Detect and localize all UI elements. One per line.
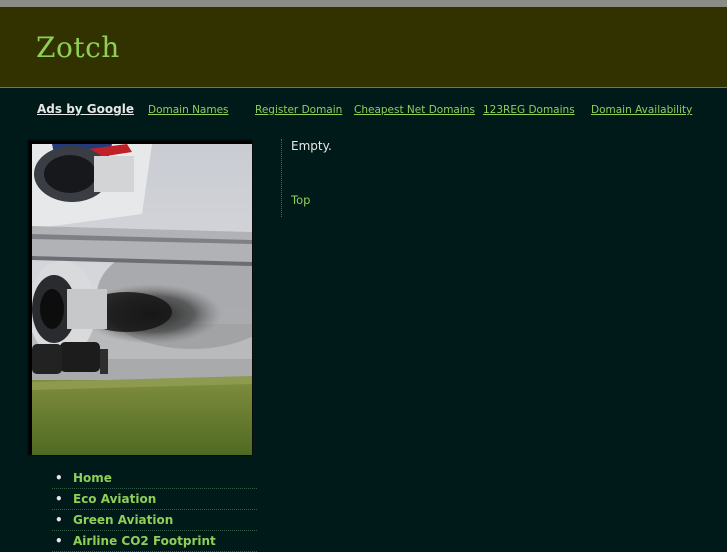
nav-item-green-aviation[interactable]: • Green Aviation xyxy=(52,510,257,531)
nav-item-home[interactable]: • Home xyxy=(52,468,257,489)
nav-item-label[interactable]: Green Aviation xyxy=(73,513,173,527)
aircraft-engine-photo xyxy=(32,144,252,455)
ads-bar: Ads by Google Domain Names Register Doma… xyxy=(0,96,727,126)
top-strip xyxy=(0,0,727,7)
ad-link-cheapest-net-domains[interactable]: Cheapest Net Domains xyxy=(354,104,475,116)
content-text: Empty. xyxy=(291,139,332,153)
nav-item-label[interactable]: Home xyxy=(73,471,112,485)
aircraft-photo-frame xyxy=(27,139,253,456)
bullet-icon: • xyxy=(55,513,63,527)
nav-item-eco-aviation[interactable]: • Eco Aviation xyxy=(52,489,257,510)
nav-item-label[interactable]: Airline CO2 Footprint xyxy=(73,534,216,548)
bullet-icon: • xyxy=(55,534,63,548)
site-title[interactable]: Zotch xyxy=(36,31,120,64)
nav-item-airline-co2-footprint[interactable]: • Airline CO2 Footprint xyxy=(52,531,257,552)
site-header: Zotch xyxy=(0,7,727,88)
main-nav: • Home • Eco Aviation • Green Aviation •… xyxy=(52,468,257,552)
ad-link-123reg-domains[interactable]: 123REG Domains xyxy=(483,104,575,116)
ad-link-register-domain[interactable]: Register Domain xyxy=(255,104,342,116)
ad-link-domain-availability[interactable]: Domain Availability xyxy=(591,104,692,116)
top-link[interactable]: Top xyxy=(291,193,310,207)
bullet-icon: • xyxy=(55,492,63,506)
nav-item-label[interactable]: Eco Aviation xyxy=(73,492,156,506)
main-content: Empty. Top xyxy=(281,139,482,217)
ads-by-google-label[interactable]: Ads by Google xyxy=(37,102,134,116)
ad-link-domain-names[interactable]: Domain Names xyxy=(148,104,229,116)
bullet-icon: • xyxy=(55,471,63,485)
